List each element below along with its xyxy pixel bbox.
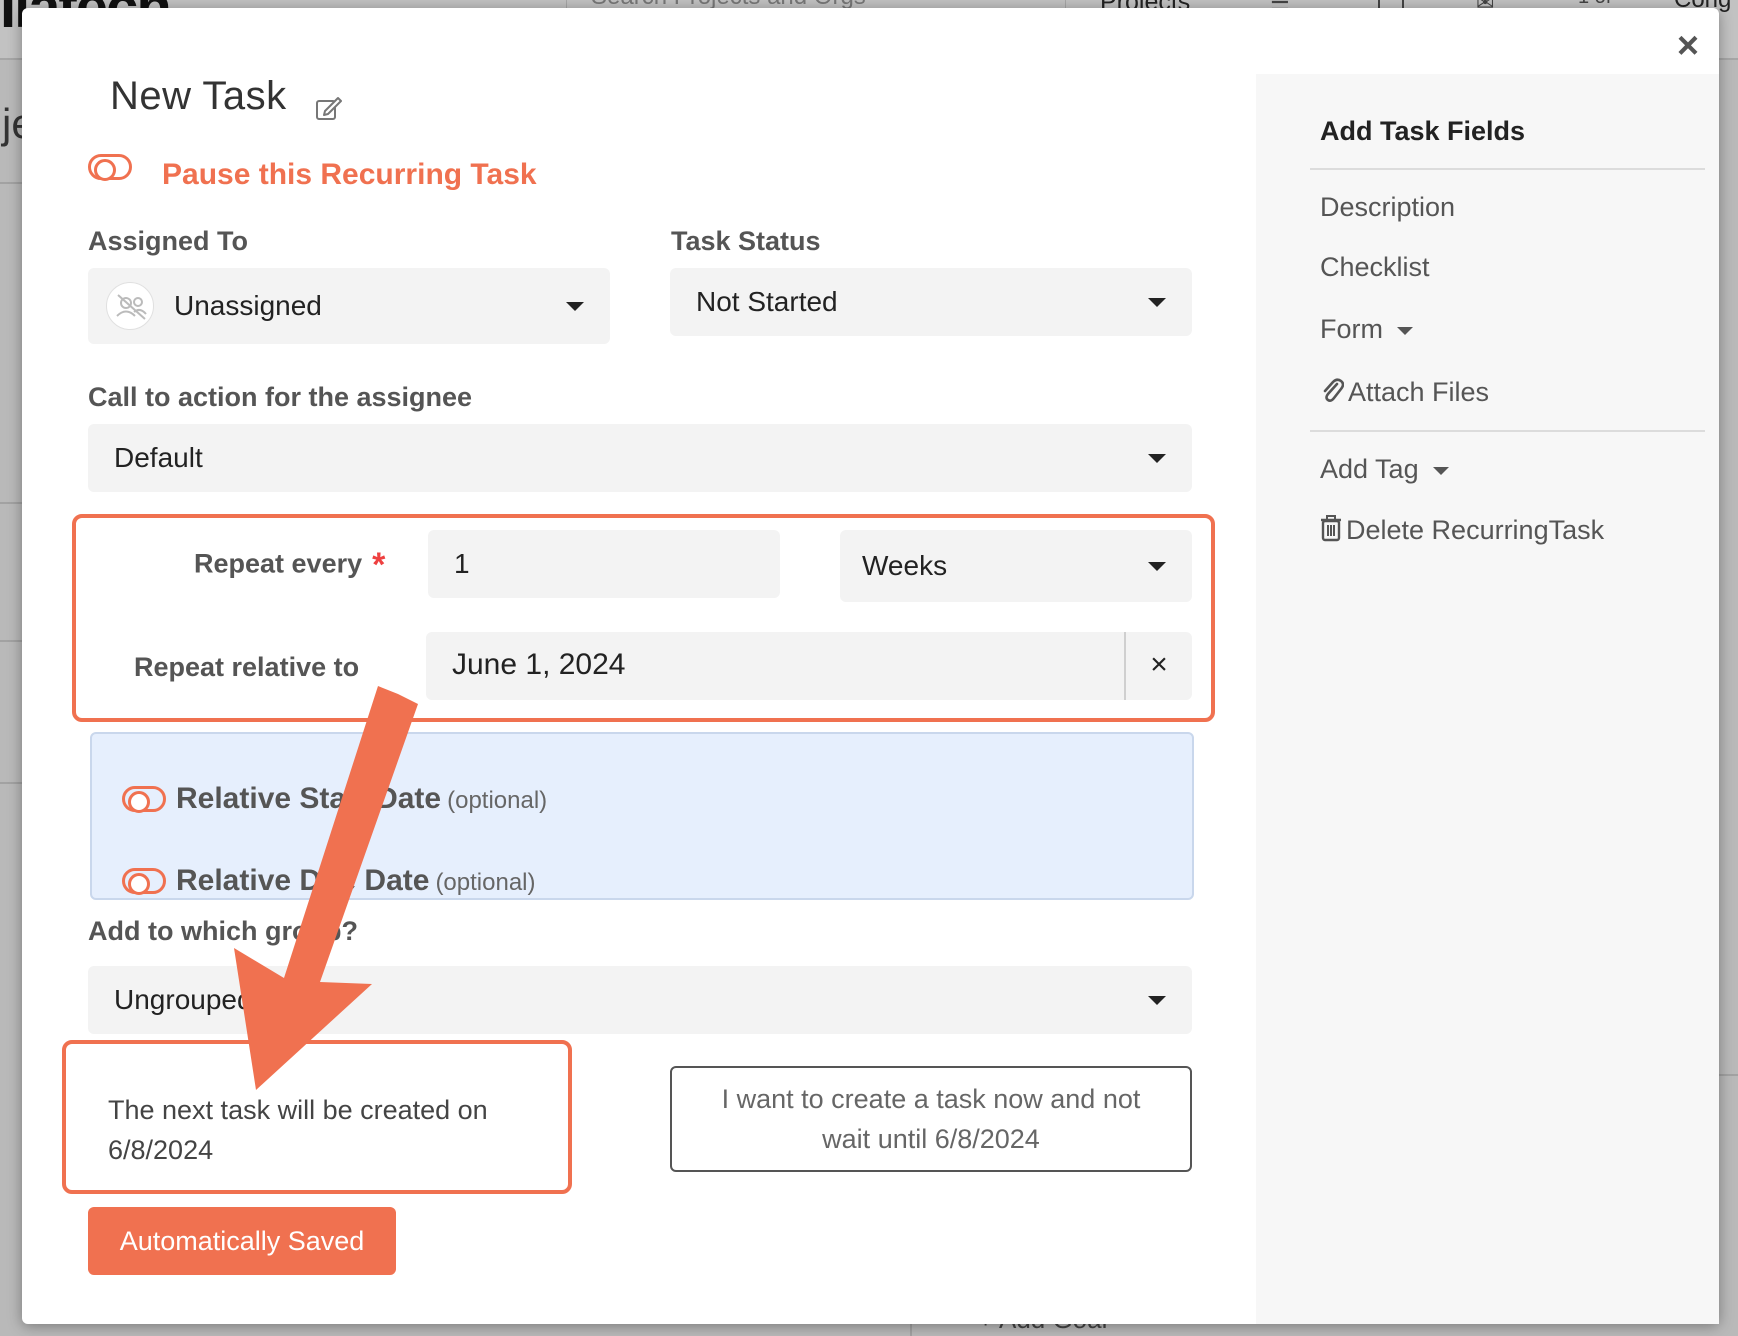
repeat-every-value: 1 bbox=[454, 548, 470, 579]
relative-due-toggle[interactable] bbox=[122, 868, 166, 895]
add-task-fields-panel: Add Task Fields Description Checklist Fo… bbox=[1256, 74, 1719, 1324]
assigned-to-select[interactable]: Unassigned bbox=[88, 268, 610, 344]
side-item-checklist[interactable]: Checklist bbox=[1320, 252, 1430, 283]
repeat-every-input[interactable]: 1 bbox=[428, 530, 780, 598]
background-divider bbox=[910, 1324, 912, 1336]
side-item-form[interactable]: Form bbox=[1320, 314, 1413, 345]
background-divider bbox=[1719, 1074, 1738, 1076]
background-divider bbox=[0, 640, 22, 642]
task-status-label: Task Status bbox=[671, 226, 821, 256]
repeat-relative-value: June 1, 2024 bbox=[452, 648, 626, 681]
call-to-action-value: Default bbox=[114, 442, 203, 473]
chevron-down-icon bbox=[1148, 454, 1166, 463]
task-status-value: Not Started bbox=[696, 286, 838, 317]
side-divider bbox=[1310, 168, 1705, 170]
pause-label[interactable]: Pause this Recurring Task bbox=[162, 158, 537, 192]
relative-due-label: Relative Due Date (optional) bbox=[176, 864, 536, 897]
task-status-select[interactable]: Not Started bbox=[670, 268, 1192, 336]
relative-start-toggle[interactable] bbox=[122, 786, 166, 813]
chevron-down-icon bbox=[1148, 298, 1166, 307]
chevron-down-icon bbox=[566, 302, 584, 311]
call-to-action-label: Call to action for the assignee bbox=[88, 382, 473, 412]
side-item-delete-recurring-task[interactable]: Delete RecurringTask bbox=[1320, 514, 1604, 546]
group-value: Ungrouped bbox=[114, 984, 253, 1015]
side-item-attach-files[interactable]: Attach Files bbox=[1320, 376, 1489, 408]
group-select[interactable]: Ungrouped bbox=[88, 966, 1192, 1034]
create-now-button[interactable]: I want to create a task now and not wait… bbox=[670, 1066, 1192, 1172]
side-divider bbox=[1310, 430, 1705, 432]
clear-date-button[interactable]: × bbox=[1124, 632, 1192, 700]
trash-icon bbox=[1321, 515, 1341, 542]
repeat-unit-value: Weeks bbox=[862, 550, 948, 581]
optional-hint: (optional) bbox=[447, 787, 548, 814]
unassigned-avatar-icon bbox=[106, 282, 154, 330]
edit-icon[interactable] bbox=[314, 94, 342, 122]
assigned-to-value: Unassigned bbox=[174, 290, 322, 321]
paperclip-icon bbox=[1323, 378, 1345, 402]
relative-dates-panel: Relative Start Date (optional) Relative D… bbox=[90, 732, 1194, 900]
background-divider bbox=[0, 502, 22, 504]
side-item-description[interactable]: Description bbox=[1320, 192, 1455, 223]
next-task-text: The next task will be created on 6/8/202… bbox=[108, 1095, 488, 1165]
group-label: Add to which group? bbox=[88, 916, 358, 946]
repeat-unit-select[interactable]: Weeks bbox=[840, 530, 1192, 602]
relative-start-label: Relative Start Date (optional) bbox=[176, 782, 548, 815]
repeat-relative-label: Repeat relative to bbox=[134, 652, 360, 682]
call-to-action-select[interactable]: Default bbox=[88, 424, 1192, 492]
assigned-to-label: Assigned To bbox=[88, 226, 249, 256]
repeat-every-label: Repeat every * bbox=[194, 546, 386, 584]
optional-hint: (optional) bbox=[435, 869, 536, 896]
side-item-add-tag[interactable]: Add Tag bbox=[1320, 454, 1449, 485]
chevron-down-icon bbox=[1148, 562, 1166, 571]
pause-toggle[interactable] bbox=[88, 154, 132, 181]
chevron-down-icon bbox=[1148, 996, 1166, 1005]
repeat-relative-date-input[interactable]: June 1, 2024 × bbox=[426, 632, 1192, 700]
chevron-down-icon bbox=[1397, 326, 1413, 335]
modal-title: New Task bbox=[110, 74, 287, 118]
new-task-modal: × New Task Pause this Recurring Task Ass… bbox=[22, 8, 1719, 1324]
close-button[interactable]: × bbox=[1668, 26, 1708, 66]
side-panel-title: Add Task Fields bbox=[1320, 116, 1526, 146]
background-divider bbox=[0, 182, 22, 184]
automatically-saved-button[interactable]: Automatically Saved bbox=[88, 1207, 396, 1275]
required-mark: * bbox=[372, 546, 386, 584]
background-divider bbox=[0, 782, 22, 784]
chevron-down-icon bbox=[1432, 466, 1449, 475]
